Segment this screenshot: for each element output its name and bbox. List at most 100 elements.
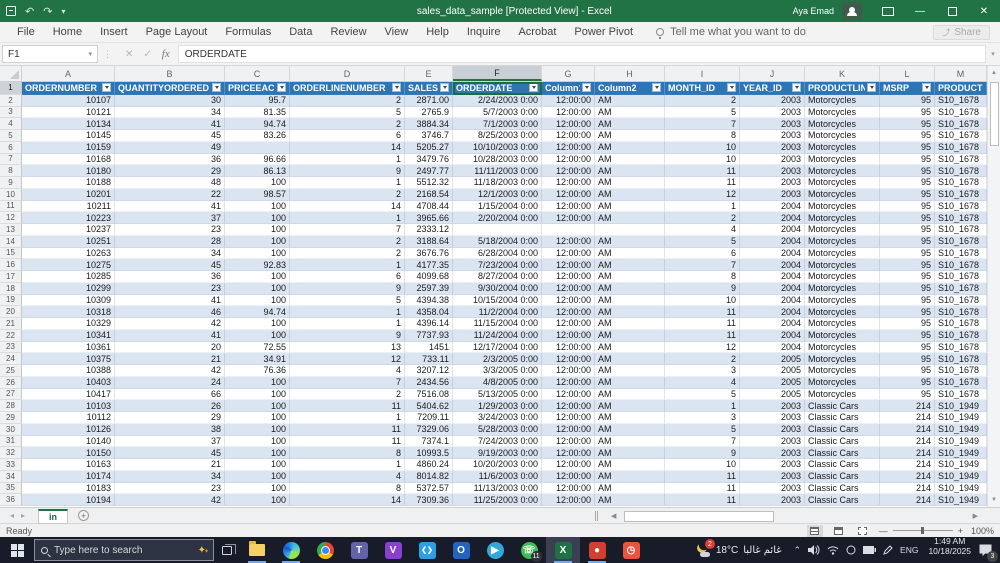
cell-C26[interactable]: 100 <box>225 376 290 389</box>
cell-J25[interactable]: 2005 <box>740 365 805 377</box>
cell-F28[interactable]: 1/29/2003 0:00 <box>453 400 542 413</box>
filter-dropdown-icon[interactable] <box>792 83 801 93</box>
cell-I13[interactable]: 4 <box>665 224 740 236</box>
filter-dropdown-icon[interactable] <box>529 83 538 93</box>
cell-J4[interactable]: 2003 <box>740 118 805 131</box>
cell-A13[interactable]: 10237 <box>22 224 115 236</box>
cell-I6[interactable]: 10 <box>665 141 740 154</box>
cell-A29[interactable]: 10112 <box>22 412 115 424</box>
cell-E32[interactable]: 10993.5 <box>405 447 453 460</box>
cell-I33[interactable]: 10 <box>665 459 740 471</box>
cell-A5[interactable]: 10145 <box>22 130 115 142</box>
row-number-10[interactable]: 10 <box>0 188 22 201</box>
row-number-5[interactable]: 5 <box>0 130 22 142</box>
cell-E19[interactable]: 4394.38 <box>405 294 453 307</box>
cell-G31[interactable]: 12:00:00 <box>542 435 595 448</box>
filter-dropdown-icon[interactable] <box>440 83 449 93</box>
row-number-9[interactable]: 9 <box>0 177 22 189</box>
cell-A28[interactable]: 10103 <box>22 400 115 413</box>
cell-F30[interactable]: 5/28/2003 0:00 <box>453 423 542 436</box>
cell-A20[interactable]: 10318 <box>22 306 115 319</box>
row-number-31[interactable]: 31 <box>0 435 22 448</box>
cell-D12[interactable]: 1 <box>290 212 405 225</box>
cell-C24[interactable]: 34.91 <box>225 353 290 366</box>
cell-J30[interactable]: 2003 <box>740 423 805 436</box>
row-number-13[interactable]: 13 <box>0 224 22 236</box>
cell-H17[interactable]: AM <box>595 271 665 283</box>
cell-K30[interactable]: Classic Cars <box>805 423 880 436</box>
normal-view-button[interactable] <box>806 524 823 537</box>
column-header-M[interactable]: M <box>935 66 987 81</box>
header-cell-orderlinenumber[interactable]: ORDERLINENUMBER <box>290 82 405 95</box>
header-cell-sales[interactable]: SALES <box>405 82 453 95</box>
cell-M16[interactable]: S10_1678 <box>935 259 987 272</box>
cell-F7[interactable]: 10/28/2003 0:00 <box>453 153 542 166</box>
cell-M22[interactable]: S10_1678 <box>935 329 987 342</box>
cell-M8[interactable]: S10_1678 <box>935 165 987 178</box>
cell-K8[interactable]: Motorcycles <box>805 165 880 178</box>
cell-C23[interactable]: 72.55 <box>225 341 290 354</box>
cell-D23[interactable]: 13 <box>290 341 405 354</box>
cell-G16[interactable]: 12:00:00 <box>542 259 595 272</box>
cell-E33[interactable]: 4860.24 <box>405 459 453 471</box>
cell-L18[interactable]: 95 <box>880 282 935 295</box>
cell-D22[interactable]: 9 <box>290 329 405 342</box>
row-number-6[interactable]: 6 <box>0 141 22 154</box>
cell-L11[interactable]: 95 <box>880 200 935 213</box>
ribbon-tab-file[interactable]: File <box>8 22 44 42</box>
row-number-23[interactable]: 23 <box>0 341 22 354</box>
cell-B32[interactable]: 45 <box>115 447 225 460</box>
cell-G15[interactable]: 12:00:00 <box>542 247 595 260</box>
cell-K14[interactable]: Motorcycles <box>805 235 880 248</box>
cell-H13[interactable] <box>595 224 665 236</box>
ribbon-tab-help[interactable]: Help <box>417 22 458 42</box>
cell-D18[interactable]: 9 <box>290 282 405 295</box>
edge-button[interactable] <box>274 537 308 563</box>
cell-A36[interactable]: 10194 <box>22 494 115 507</box>
cell-B30[interactable]: 38 <box>115 423 225 436</box>
cell-G30[interactable]: 12:00:00 <box>542 423 595 436</box>
cell-K7[interactable]: Motorcycles <box>805 153 880 166</box>
row-number-33[interactable]: 33 <box>0 459 22 471</box>
cell-B20[interactable]: 46 <box>115 306 225 319</box>
chrome-button[interactable] <box>308 537 342 563</box>
cell-J35[interactable]: 2003 <box>740 482 805 495</box>
cell-E3[interactable]: 2765.9 <box>405 106 453 119</box>
cell-B13[interactable]: 23 <box>115 224 225 236</box>
cell-B25[interactable]: 42 <box>115 365 225 377</box>
header-cell-column1[interactable]: Column1 <box>542 82 595 95</box>
cell-M28[interactable]: S10_1949 <box>935 400 987 413</box>
ribbon-tab-acrobat[interactable]: Acrobat <box>509 22 565 42</box>
cell-L31[interactable]: 214 <box>880 435 935 448</box>
undo-icon[interactable]: ↶ <box>25 5 34 18</box>
save-icon[interactable] <box>6 6 16 16</box>
cell-K29[interactable]: Classic Cars <box>805 412 880 424</box>
cell-H32[interactable]: AM <box>595 447 665 460</box>
cell-K4[interactable]: Motorcycles <box>805 118 880 131</box>
cell-J32[interactable]: 2003 <box>740 447 805 460</box>
cell-A18[interactable]: 10299 <box>22 282 115 295</box>
cell-A31[interactable]: 10140 <box>22 435 115 448</box>
cell-B29[interactable]: 29 <box>115 412 225 424</box>
new-sheet-button[interactable]: + <box>78 510 90 521</box>
cell-I8[interactable]: 11 <box>665 165 740 178</box>
cell-A12[interactable]: 10223 <box>22 212 115 225</box>
cell-C3[interactable]: 81.35 <box>225 106 290 119</box>
cell-F34[interactable]: 11/6/2003 0:00 <box>453 470 542 483</box>
cell-G23[interactable]: 12:00:00 <box>542 341 595 354</box>
column-header-K[interactable]: K <box>805 66 880 81</box>
cell-M4[interactable]: S10_1678 <box>935 118 987 131</box>
row-number-26[interactable]: 26 <box>0 376 22 389</box>
select-all-corner[interactable] <box>0 66 22 81</box>
column-header-A[interactable]: A <box>22 66 115 81</box>
cell-A3[interactable]: 10121 <box>22 106 115 119</box>
cell-E15[interactable]: 3676.76 <box>405 247 453 260</box>
cell-L15[interactable]: 95 <box>880 247 935 260</box>
visual-studio-button[interactable]: V <box>376 537 410 563</box>
row-number-16[interactable]: 16 <box>0 259 22 272</box>
column-header-I[interactable]: I <box>665 66 740 81</box>
qat-customize-icon[interactable]: ▾ <box>61 7 65 16</box>
cell-H11[interactable]: AM <box>595 200 665 213</box>
teams-button[interactable]: T <box>342 537 376 563</box>
cell-J31[interactable]: 2003 <box>740 435 805 448</box>
